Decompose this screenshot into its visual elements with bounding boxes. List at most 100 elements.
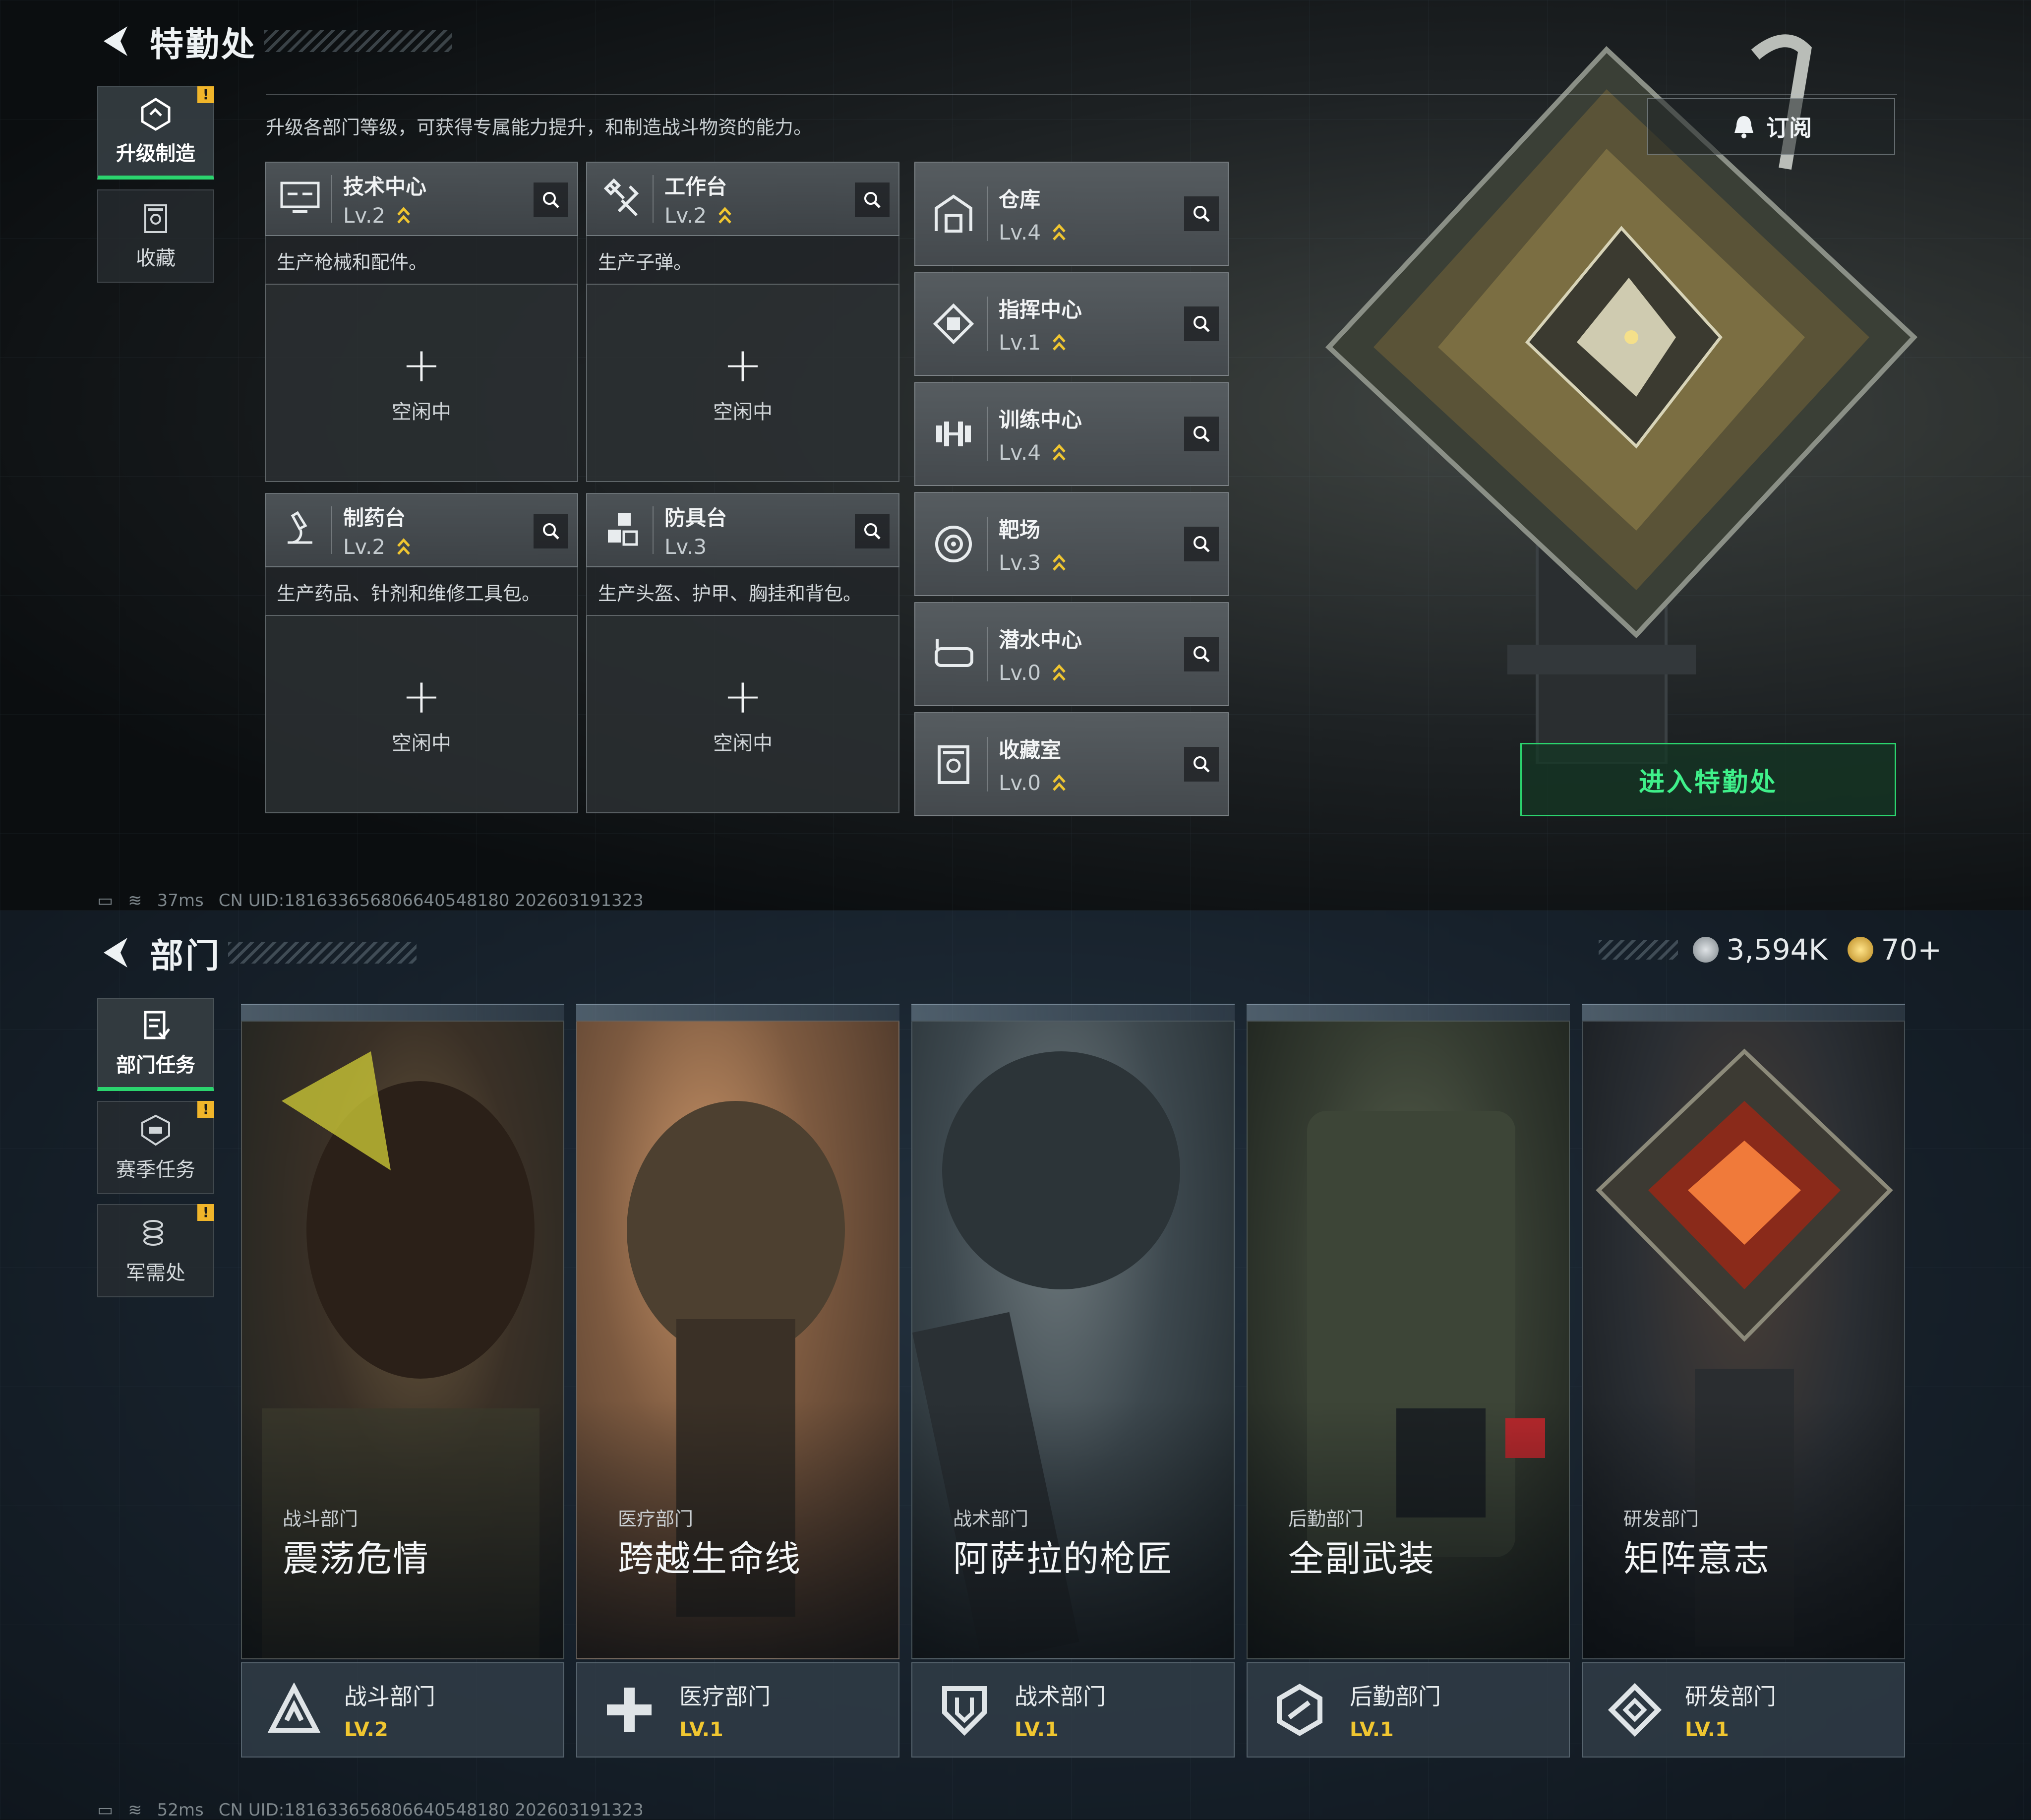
upgrade-chevron-icon	[397, 206, 410, 224]
upgrade-chevron-icon	[1053, 774, 1066, 791]
currency-gold: 70+	[1881, 933, 1942, 967]
special-ops-panel: 特勤处 升级制造 ! 收藏 升级各部门等级，可获得专属能力提升，和制造战斗物资的…	[0, 0, 2031, 910]
card-subtitle: 战斗部门	[283, 1508, 358, 1530]
dept-collection-room[interactable]: 收藏室 Lv.0	[914, 712, 1229, 816]
dept-card-combat[interactable]: 战斗部门 震荡危情 战斗部门 LV.2	[241, 1004, 564, 1758]
dept-name: 靶场	[999, 518, 1041, 542]
status-bar: ▭ ≋ 52ms CN UID:1816336568066405481​80 2…	[97, 1800, 658, 1820]
slot-status: 空闲中	[713, 401, 773, 424]
upgrade-chevron-icon	[1053, 443, 1066, 461]
dept-level: LV.1	[1685, 1718, 1729, 1741]
dept-warehouse[interactable]: 仓库 Lv.4	[914, 162, 1229, 266]
dept-card-logistics[interactable]: 后勤部门 全副武装 后勤部门 LV.1	[1247, 1004, 1570, 1758]
trophy-case-icon	[926, 737, 981, 791]
search-icon[interactable]	[1184, 747, 1219, 782]
tab-collection[interactable]: 收藏	[97, 189, 214, 283]
card-footer: 战术部门 LV.1	[911, 1662, 1235, 1758]
card-footer: 战斗部门 LV.2	[241, 1662, 564, 1758]
wifi-icon: ≋	[128, 891, 142, 910]
enter-special-ops-button[interactable]: 进入特勤处	[1520, 743, 1896, 816]
tab-label: 收藏	[136, 247, 176, 270]
dept-card-medical[interactable]: 医疗部门 跨越生命线 医疗部门 LV.1	[576, 1004, 899, 1758]
bench-level: Lv.2	[664, 203, 707, 228]
search-icon[interactable]	[534, 182, 568, 217]
upgrade-chevron-icon	[397, 538, 410, 555]
back-arrow-icon[interactable]	[97, 932, 132, 973]
search-icon[interactable]	[534, 514, 568, 548]
bench-header[interactable]: 技术中心 Lv.2	[265, 162, 578, 236]
bottom-header: 部门	[97, 925, 417, 980]
tab-label: 军需处	[126, 1262, 185, 1284]
dept-name: 仓库	[999, 187, 1041, 212]
dept-training-center[interactable]: 训练中心 Lv.4	[914, 382, 1229, 486]
card-footer: 医疗部门 LV.1	[576, 1662, 899, 1758]
collection-case-icon	[144, 204, 167, 233]
silver-coin-icon	[1692, 937, 1719, 963]
bench-workbench: 工作台 Lv.2 生产子弹。 + 空闲中	[586, 162, 899, 482]
upgrade-gear-icon	[141, 98, 171, 131]
search-icon[interactable]	[1184, 527, 1219, 561]
search-icon[interactable]	[1184, 306, 1219, 341]
logistics-hex-icon	[1267, 1678, 1332, 1742]
plus-icon: +	[401, 337, 442, 393]
dept-level: Lv.0	[999, 661, 1041, 685]
back-arrow-icon[interactable]	[97, 20, 132, 62]
bench-name: 制药台	[343, 506, 406, 530]
production-slot[interactable]: + 空闲中	[586, 615, 899, 813]
plus-icon: +	[722, 337, 763, 393]
search-icon[interactable]	[855, 182, 890, 217]
search-icon[interactable]	[1184, 637, 1219, 671]
tab-label: 升级制造	[116, 142, 195, 165]
dept-diving-center[interactable]: 潜水中心 Lv.0	[914, 602, 1229, 706]
page-title: 部门	[150, 936, 222, 976]
tab-quartermaster[interactable]: 军需处 !	[97, 1204, 214, 1297]
monitor-icon	[273, 172, 327, 226]
tab-season-tasks[interactable]: 赛季任务 !	[97, 1101, 214, 1194]
tab-upgrade-manufacture[interactable]: 升级制造 !	[97, 86, 214, 180]
chip-icon	[926, 297, 981, 351]
card-subtitle: 研发部门	[1623, 1508, 1699, 1530]
search-icon[interactable]	[1184, 196, 1219, 231]
bench-name: 技术中心	[343, 175, 427, 199]
tab-department-tasks[interactable]: 部门任务	[97, 998, 214, 1091]
card-title: 全副武装	[1288, 1538, 1435, 1579]
dept-shooting-range[interactable]: 靶场 Lv.3	[914, 492, 1229, 596]
uid-text: CN UID:1816336568066405481​80 2026031913…	[218, 1800, 644, 1820]
dept-card-tactical[interactable]: 战术部门 阿萨拉的枪匠 战术部门 LV.1	[911, 1004, 1235, 1758]
upgrade-chevron-icon	[1053, 664, 1066, 681]
production-slot[interactable]: + 空闲中	[586, 284, 899, 482]
bench-header[interactable]: 防具台 Lv.3	[586, 493, 899, 567]
production-slot[interactable]: + 空闲中	[265, 284, 578, 482]
subscribe-button[interactable]: 订阅	[1647, 98, 1895, 155]
dept-card-research[interactable]: 研发部门 矩阵意志 研发部门 LV.1	[1582, 1004, 1905, 1758]
upgrade-chevron-icon	[1053, 223, 1066, 241]
notice-badge: !	[197, 1101, 214, 1118]
bench-tech-center: 技术中心 Lv.2 生产枪械和配件。 + 空闲中	[265, 162, 578, 482]
dept-name: 战术部门	[1015, 1683, 1106, 1710]
search-icon[interactable]	[1184, 417, 1219, 451]
card-title: 震荡危情	[283, 1538, 430, 1579]
dept-name: 指挥中心	[999, 298, 1082, 322]
top-header: 特勤处	[97, 14, 453, 68]
uid-text: CN UID:1816336568066405481​80 2026031913…	[218, 891, 644, 910]
tab-label: 部门任务	[116, 1054, 195, 1077]
dept-name: 医疗部门	[679, 1683, 771, 1710]
dumbbell-icon	[926, 407, 981, 461]
card-subtitle: 后勤部门	[1288, 1508, 1364, 1530]
research-diamond-icon	[1603, 1678, 1667, 1742]
notice-badge: !	[197, 1204, 214, 1221]
dept-command-center[interactable]: 指挥中心 Lv.1	[914, 272, 1229, 376]
slot-status: 空闲中	[392, 732, 451, 755]
season-crest-icon	[141, 1114, 170, 1146]
dept-level: Lv.1	[999, 330, 1041, 355]
production-slot[interactable]: + 空闲中	[265, 615, 578, 813]
dept-name: 战斗部门	[344, 1683, 435, 1710]
plus-icon: +	[401, 668, 442, 724]
bench-header[interactable]: 工作台 Lv.2	[586, 162, 899, 236]
ping-value: 52ms	[157, 1800, 204, 1820]
search-icon[interactable]	[855, 514, 890, 548]
task-doc-icon	[144, 1011, 170, 1039]
bench-name: 工作台	[664, 175, 727, 199]
bench-header[interactable]: 制药台 Lv.2	[265, 493, 578, 567]
card-title: 矩阵意志	[1623, 1538, 1771, 1579]
